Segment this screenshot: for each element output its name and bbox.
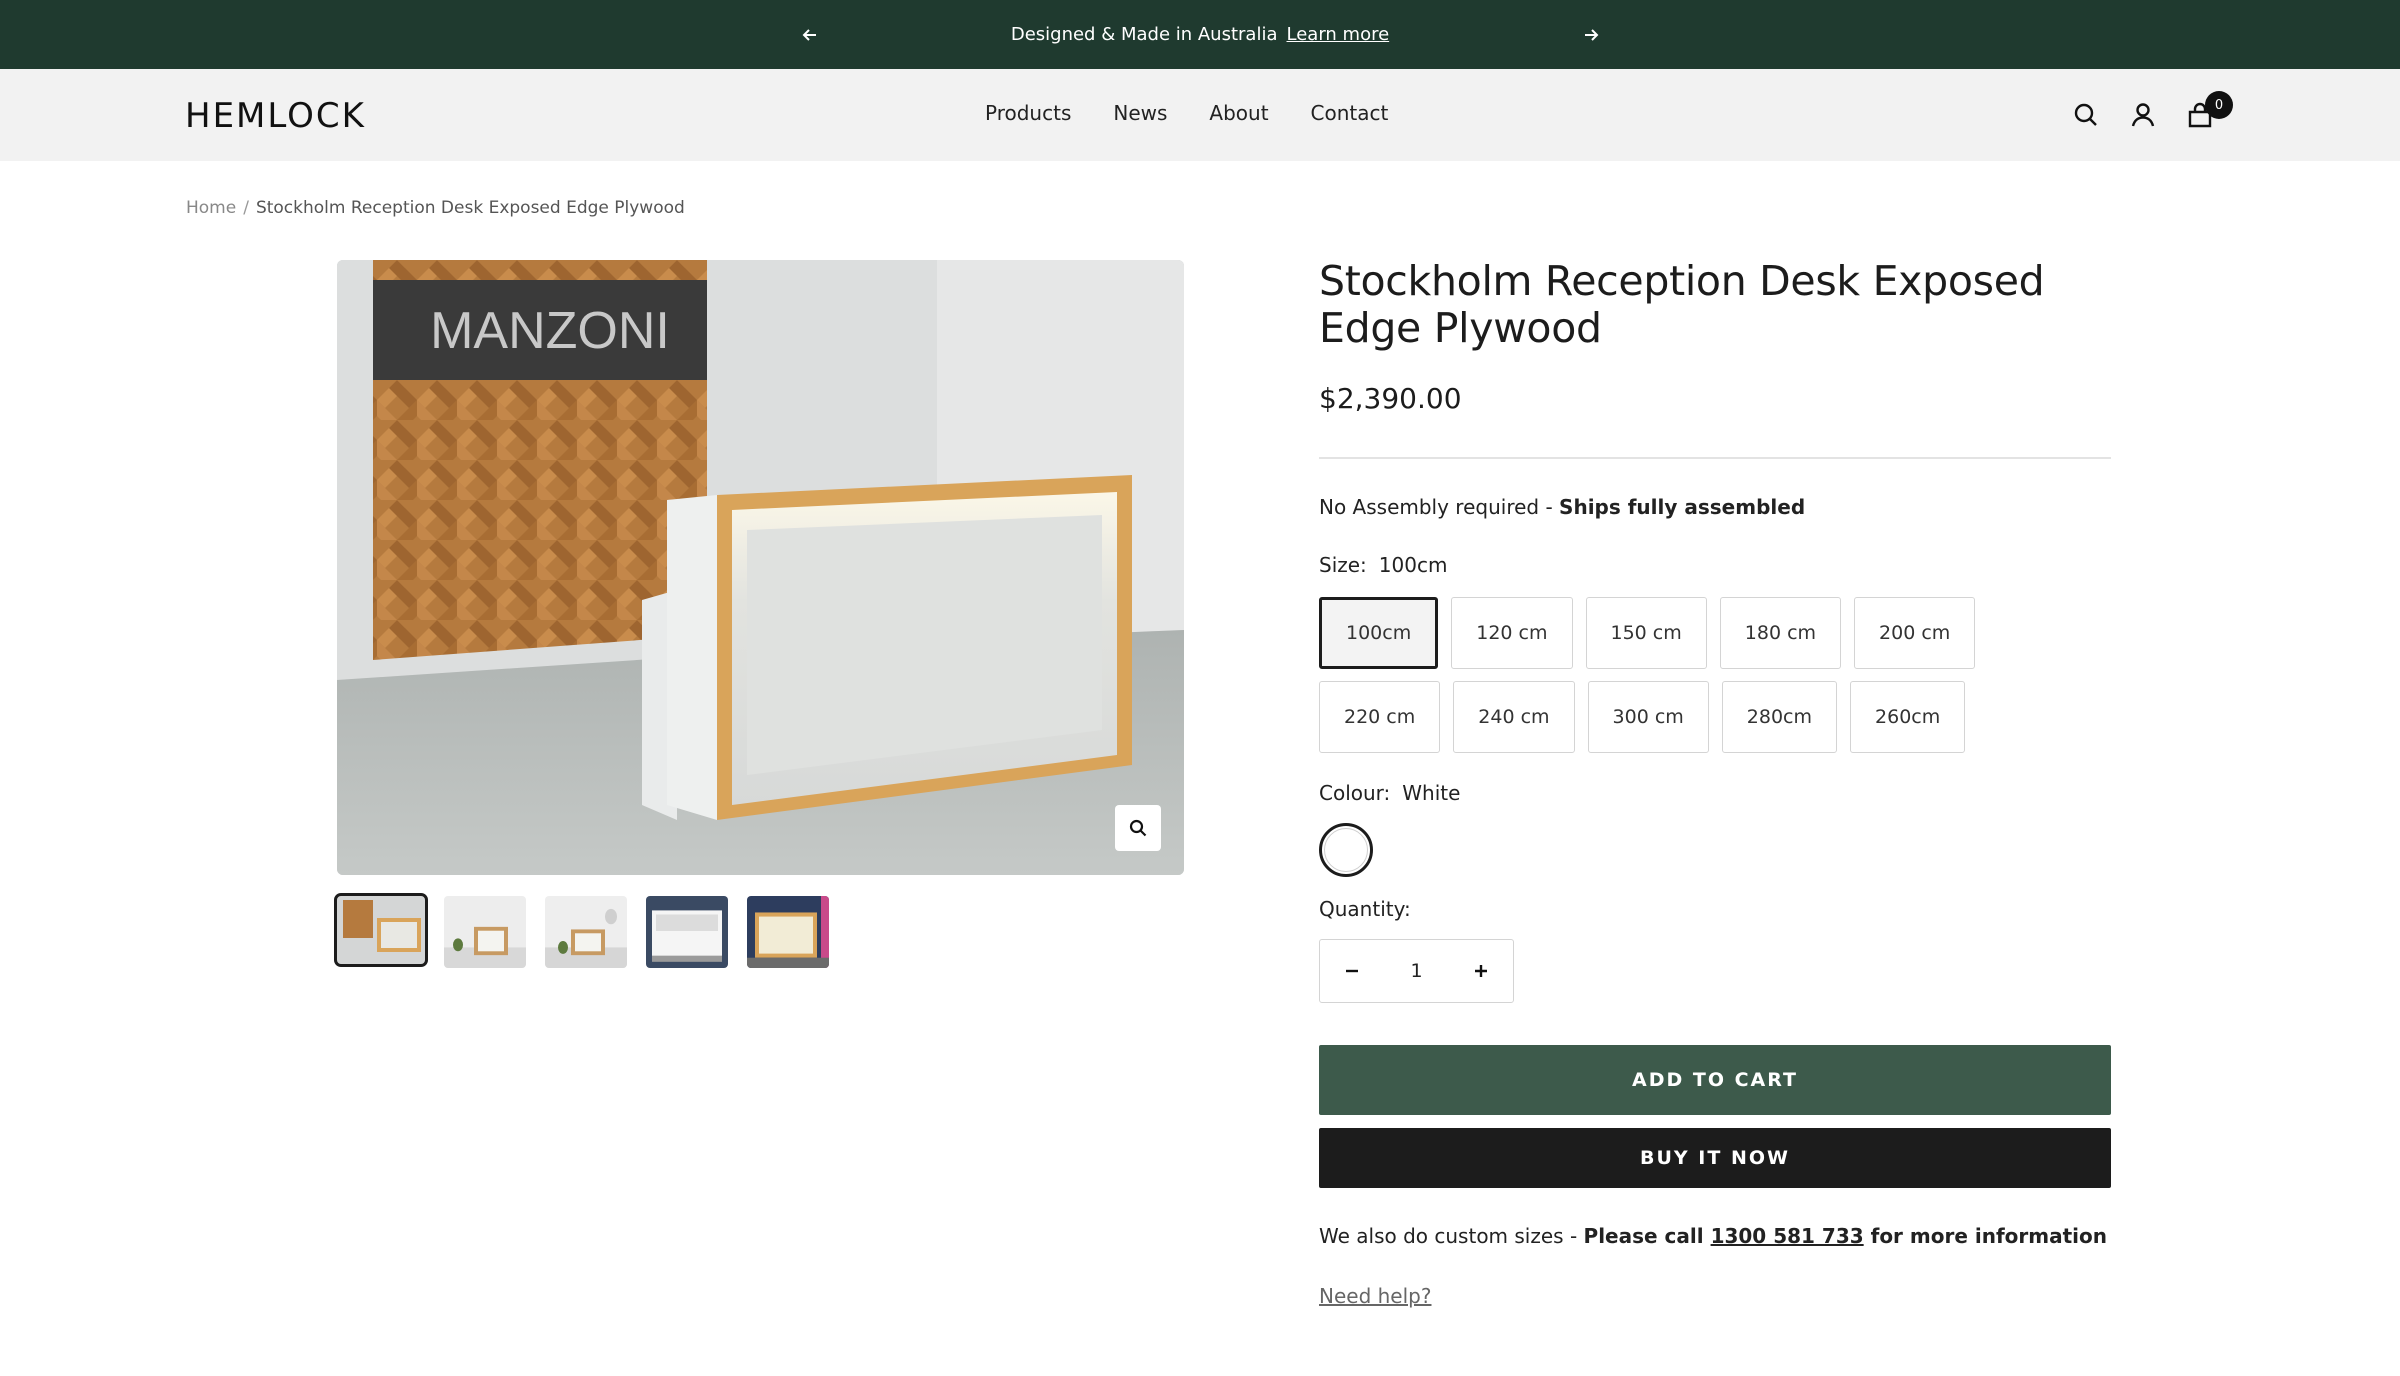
announcement-message: Designed & Made in Australia Learn more <box>0 0 2400 69</box>
size-option-220cm[interactable]: 220 cm <box>1319 681 1441 753</box>
announcement-next-button[interactable] <box>1576 20 1606 50</box>
thumbnail-2[interactable] <box>444 896 526 968</box>
quantity-decrease-button[interactable] <box>1340 959 1364 983</box>
custom-sizes-note: We also do custom sizes - Please call 13… <box>1319 1224 2111 1248</box>
thumbnail-3[interactable] <box>545 896 627 968</box>
thumbnail-5[interactable] <box>747 896 829 968</box>
learn-more-link[interactable]: Learn more <box>1287 24 1390 45</box>
size-label: Size: 100cm <box>1319 553 2111 577</box>
assembly-note: No Assembly required - Ships fully assem… <box>1319 495 2111 519</box>
quantity-input[interactable] <box>1386 960 1447 982</box>
zoom-icon <box>1129 819 1147 837</box>
phone-link[interactable]: 1300 581 733 <box>1711 1224 1864 1248</box>
quantity-increase-button[interactable] <box>1469 959 1493 983</box>
size-option-150cm[interactable]: 150 cm <box>1585 597 1707 669</box>
custom-prefix: We also do custom sizes - <box>1319 1224 1584 1248</box>
breadcrumb-current: Stockholm Reception Desk Exposed Edge Pl… <box>255 198 685 218</box>
buy-now-button[interactable]: BUY IT NOW <box>1319 1128 2111 1188</box>
nav-about[interactable]: About <box>1209 101 1268 125</box>
breadcrumb: Home / Stockholm Reception Desk Exposed … <box>186 198 685 218</box>
account-icon <box>2131 103 2155 127</box>
product-title: Stockholm Reception Desk Exposed Edge Pl… <box>1319 257 2045 352</box>
search-icon <box>2074 103 2097 126</box>
need-help-link[interactable]: Need help? <box>1319 1284 1431 1308</box>
minus-icon <box>1346 969 1358 973</box>
thumbnail-4[interactable] <box>646 896 728 968</box>
announcement-text: Designed & Made in Australia <box>1010 24 1278 45</box>
size-label-text: Size: <box>1319 553 1367 577</box>
product-main-image[interactable]: MANZONI <box>337 260 1184 875</box>
nav-news[interactable]: News <box>1113 101 1167 125</box>
colour-selected-value: White <box>1402 781 1461 805</box>
size-option-240cm[interactable]: 240 cm <box>1453 681 1575 753</box>
nav-products[interactable]: Products <box>985 101 1071 125</box>
thumbnail-image <box>444 896 526 968</box>
site-header: HEMLOCK Products News About Contact <box>0 69 2400 161</box>
add-to-cart-button[interactable]: ADD TO CART <box>1319 1045 2111 1115</box>
swatch-fill <box>1324 828 1368 872</box>
nav-contact[interactable]: Contact <box>1311 101 1389 125</box>
thumbnail-image <box>337 896 425 964</box>
size-option-180cm[interactable]: 180 cm <box>1719 597 1842 669</box>
size-option-120cm[interactable]: 120 cm <box>1451 597 1573 669</box>
colour-swatch-white[interactable] <box>1319 823 1373 877</box>
size-option-300cm[interactable]: 300 cm <box>1587 681 1709 753</box>
product-price: $2,390.00 <box>1319 382 1462 415</box>
arrow-right-icon <box>1585 29 1599 41</box>
size-option-200cm[interactable]: 200 cm <box>1854 597 1976 669</box>
sign-text: MANZONI <box>430 302 670 360</box>
assembly-prefix: No Assembly required - <box>1319 495 1560 519</box>
thumbnail-image <box>545 896 627 968</box>
size-selected-value: 100cm <box>1378 553 1448 577</box>
thumbnail-image <box>646 896 728 968</box>
custom-suffix: for more information <box>1863 1224 2107 1248</box>
search-button[interactable] <box>2069 98 2103 132</box>
announcement-bar: Designed & Made in Australia Learn more <box>0 0 2400 69</box>
thumbnail-1[interactable] <box>334 893 428 967</box>
size-option-280cm[interactable]: 280cm <box>1721 681 1838 753</box>
zoom-button[interactable] <box>1115 805 1161 851</box>
reception-desk-image: MANZONI <box>337 260 1184 875</box>
colour-label-text: Colour: <box>1319 781 1391 805</box>
product-info: Stockholm Reception Desk Exposed Edge Pl… <box>1319 258 2111 1308</box>
thumbnail-strip <box>334 893 848 968</box>
assembly-bold: Ships fully assembled <box>1559 495 1806 519</box>
account-button[interactable] <box>2126 98 2160 132</box>
breadcrumb-separator: / <box>243 198 249 218</box>
divider <box>1319 457 2111 459</box>
quantity-stepper <box>1319 939 1514 1003</box>
site-logo[interactable]: HEMLOCK <box>185 96 366 136</box>
size-options: 100cm 120 cm 150 cm 180 cm 200 cm 220 cm… <box>1319 597 2111 765</box>
main-nav: Products News About Contact <box>985 101 1430 125</box>
plus-icon <box>1475 965 1487 977</box>
colour-label: Colour: White <box>1319 781 2111 805</box>
size-option-260cm[interactable]: 260cm <box>1850 681 1966 753</box>
cart-count-badge: 0 <box>2205 91 2233 119</box>
size-option-100cm[interactable]: 100cm <box>1319 597 1439 669</box>
custom-bold: Please call <box>1583 1224 1711 1248</box>
breadcrumb-home[interactable]: Home <box>186 198 236 218</box>
quantity-label: Quantity: <box>1319 897 1411 921</box>
thumbnail-image <box>747 896 829 968</box>
